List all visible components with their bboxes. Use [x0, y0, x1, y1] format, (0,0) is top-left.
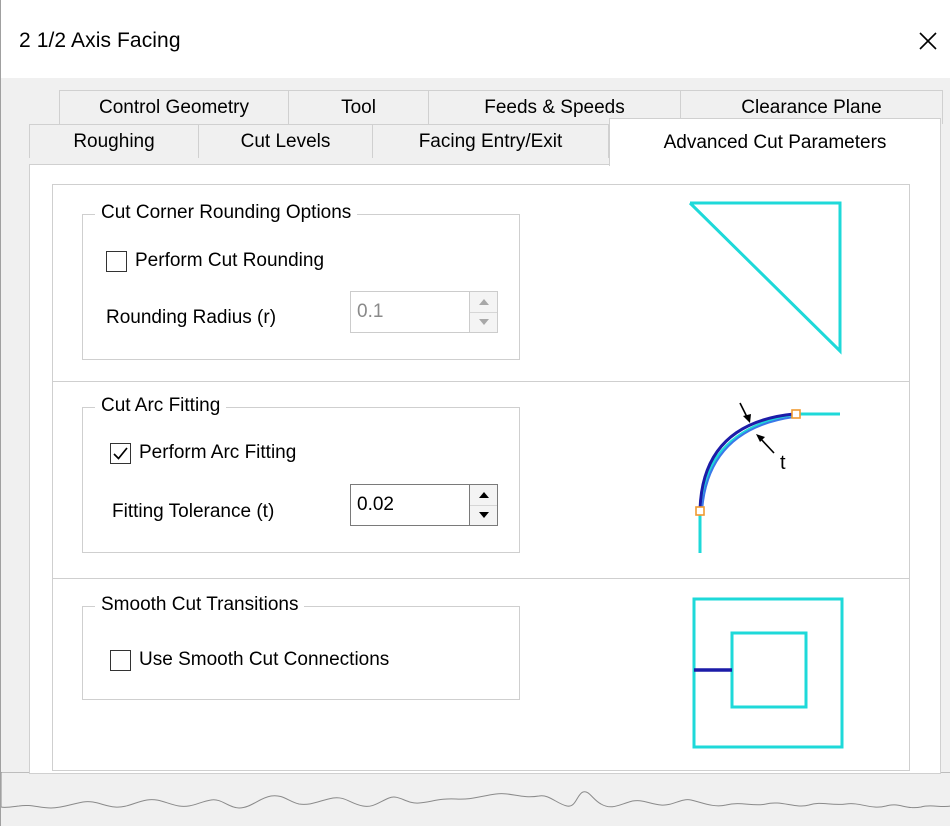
arrow-down-icon	[478, 319, 489, 326]
fitting-tolerance-label: Fitting Tolerance (t)	[112, 501, 275, 522]
fitting-tolerance-spin-buttons	[470, 484, 498, 526]
rounding-radius-label: Rounding Radius (r)	[106, 307, 277, 328]
close-icon	[919, 32, 937, 50]
close-button[interactable]	[905, 18, 950, 64]
group-title: Cut Arc Fitting	[95, 395, 227, 417]
rounding-radius-input[interactable]	[350, 291, 470, 333]
use-smooth-cut-connections-checkbox[interactable]: Use Smooth Cut Connections	[110, 649, 389, 671]
fitting-tolerance-stepper[interactable]	[350, 484, 498, 526]
arrow-up-icon	[478, 491, 489, 498]
tab-tool[interactable]: Tool	[289, 90, 429, 124]
tab-facing-entry-exit[interactable]: Facing Entry/Exit	[373, 124, 609, 158]
spin-up-button[interactable]	[470, 485, 497, 506]
perform-cut-rounding-checkbox[interactable]: Perform Cut Rounding	[106, 250, 324, 272]
spin-up-button[interactable]	[470, 292, 497, 313]
group-title: Cut Corner Rounding Options	[95, 202, 358, 224]
arc-fitting-diagram: t	[695, 402, 840, 553]
tab-page-advanced-cut-parameters: Cut Corner Rounding Options Perform Cut …	[29, 164, 941, 774]
checkbox-box	[110, 442, 131, 464]
diagram-triangle	[688, 201, 842, 355]
arrow-down-icon	[478, 512, 489, 519]
tab-cut-levels[interactable]: Cut Levels	[199, 124, 373, 158]
group-title: Smooth Cut Transitions	[95, 594, 305, 616]
window-title: 2 1/2 Axis Facing	[19, 29, 181, 52]
arrow-up-icon	[478, 298, 489, 305]
spin-down-button[interactable]	[470, 312, 497, 332]
section-divider	[52, 381, 910, 382]
checkmark-icon	[113, 446, 128, 460]
tab-control-geometry[interactable]: Control Geometry	[59, 90, 289, 124]
smooth-transitions-diagram	[692, 597, 844, 749]
checkbox-box	[106, 250, 127, 272]
torn-edge	[1, 772, 950, 809]
corner-rounding-diagram	[688, 201, 842, 355]
section-divider	[52, 578, 910, 579]
cut-corner-rounding-group: Cut Corner Rounding Options	[82, 202, 520, 360]
rounding-radius-spin-buttons	[470, 291, 498, 333]
tab-roughing[interactable]: Roughing	[29, 124, 199, 158]
checkbox-box	[110, 649, 131, 671]
rounding-radius-stepper[interactable]	[350, 291, 498, 333]
spin-down-button[interactable]	[470, 505, 497, 525]
tolerance-diagram-label: t	[780, 452, 786, 474]
fitting-tolerance-input[interactable]	[350, 484, 470, 526]
dialog-window: 2 1/2 Axis Facing Control Geometry Tool …	[0, 0, 950, 826]
perform-arc-fitting-checkbox[interactable]: Perform Arc Fitting	[110, 442, 296, 464]
cut-arc-fitting-group: Cut Arc Fitting	[82, 395, 520, 553]
title-bar: 2 1/2 Axis Facing	[1, 0, 950, 78]
tab-advanced-cut-parameters[interactable]: Advanced Cut Parameters	[609, 118, 941, 166]
